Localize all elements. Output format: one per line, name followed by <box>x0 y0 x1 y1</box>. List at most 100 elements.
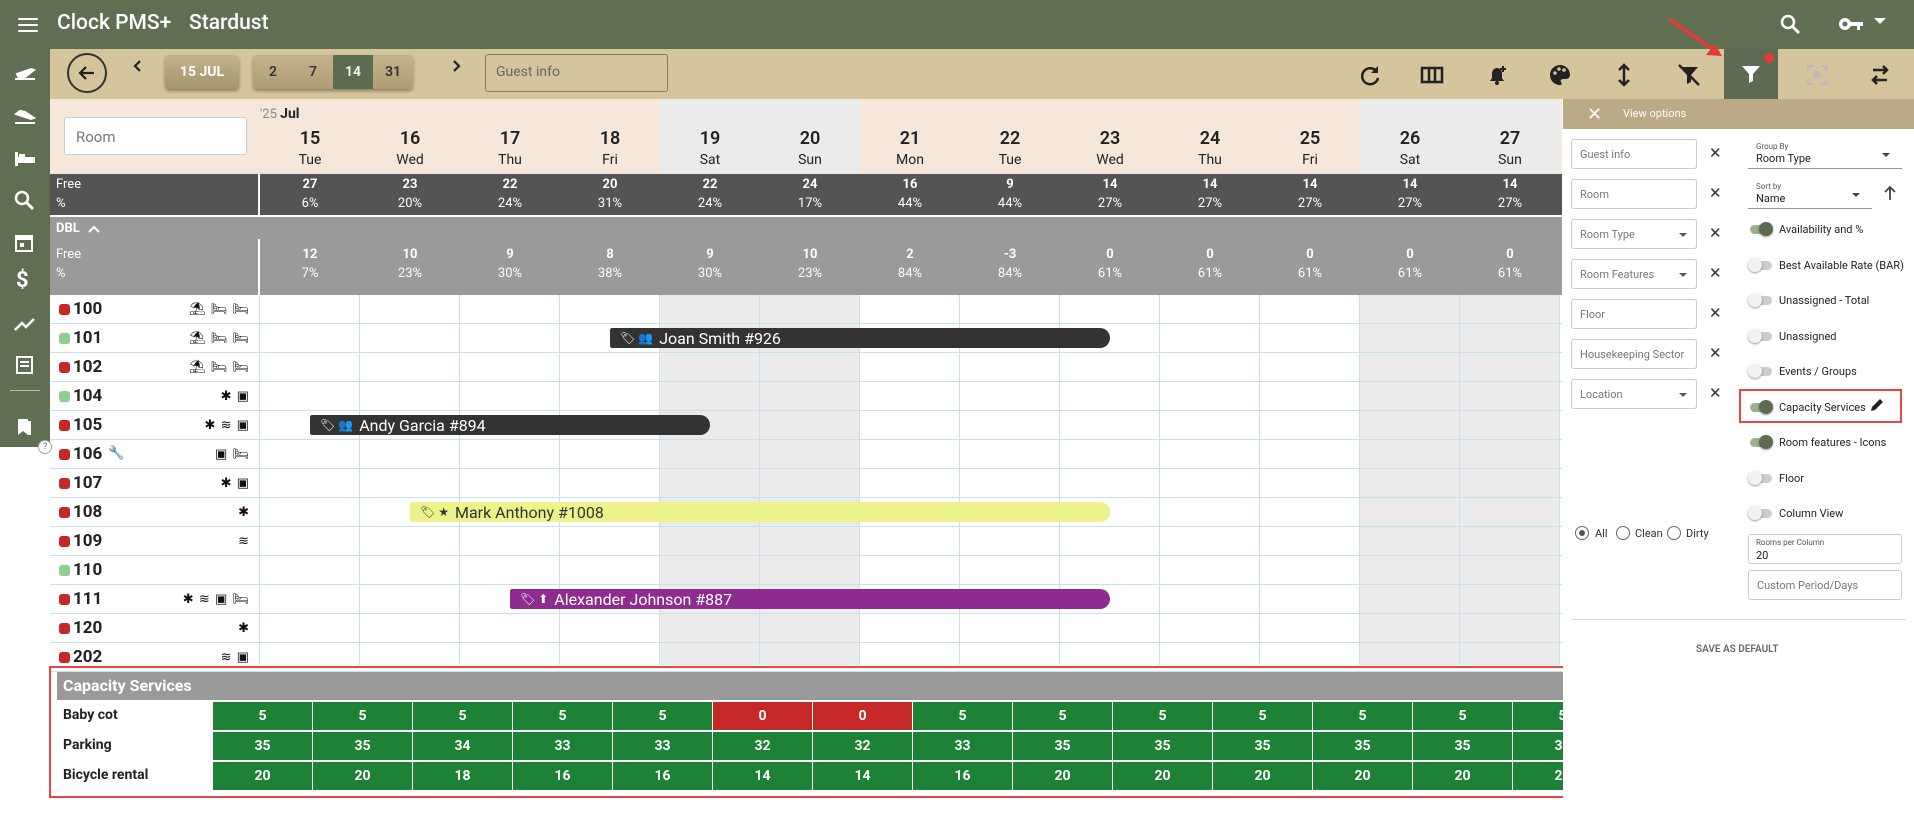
room-search-input[interactable]: Room <box>64 117 247 155</box>
palette-icon[interactable] <box>1546 61 1574 89</box>
toggle-knob <box>1759 222 1773 236</box>
room-status-dot <box>59 304 70 315</box>
day-name: Fri <box>602 152 618 168</box>
capacity-value: 20 <box>1313 762 1412 790</box>
refresh-icon[interactable] <box>1356 61 1384 89</box>
group-percent-value: 61% <box>1397 266 1423 281</box>
rooms-per-column-input[interactable]: Rooms per Column 20 <box>1748 534 1902 564</box>
filter-button-active[interactable] <box>1724 49 1778 99</box>
calendar-icon[interactable] <box>13 232 35 254</box>
clear-icon[interactable]: ✕ <box>1709 144 1722 162</box>
menu-icon[interactable] <box>16 13 40 37</box>
room-row[interactable]: 120 ✱ <box>50 614 1562 643</box>
room-row[interactable]: 102 ⛱ 🛏 🛏 <box>50 353 1562 382</box>
back-button[interactable] <box>67 53 107 93</box>
room-row[interactable]: 104 ✱ ▣ <box>50 382 1562 411</box>
hotel-name[interactable]: Stardust <box>189 11 269 35</box>
filter-input[interactable]: Room Type <box>1571 219 1697 249</box>
clear-icon[interactable]: ✕ <box>1709 184 1722 202</box>
sidebar-divider <box>10 390 40 391</box>
room-number: 109 <box>73 531 103 551</box>
search-sidebar-icon[interactable] <box>13 189 35 211</box>
clear-icon[interactable]: ✕ <box>1709 224 1722 242</box>
save-as-default-button[interactable]: SAVE AS DEFAULT <box>1696 644 1779 655</box>
clear-icon[interactable]: ✕ <box>1709 304 1722 322</box>
search-icon[interactable] <box>1779 13 1801 35</box>
capacity-services-section: Capacity Services Baby cot55555005555555… <box>49 666 1663 798</box>
room-row[interactable]: 105 ✱ ≋ ▣ <box>50 411 1562 440</box>
toggle-label: Availability and % <box>1779 223 1864 236</box>
toggle-label: Events / Groups <box>1779 365 1857 378</box>
room-type-group-header[interactable]: DBL <box>50 217 1562 239</box>
sort-direction-icon[interactable] <box>1883 185 1897 201</box>
date-picker-button[interactable]: 15 JUL <box>165 55 239 89</box>
trending-up-icon[interactable] <box>13 314 37 334</box>
collapse-chevron-icon[interactable] <box>88 225 100 233</box>
guest-info-input[interactable]: Guest info <box>485 54 668 92</box>
clear-icon[interactable]: ✕ <box>1709 264 1722 282</box>
day-name: Thu <box>1198 152 1222 168</box>
radio-dirty-label: Dirty <box>1686 527 1709 540</box>
radio-clean[interactable] <box>1616 526 1630 540</box>
filter-input[interactable]: Floor <box>1571 299 1697 329</box>
next-chevron-icon[interactable] <box>451 60 463 72</box>
booking-label: Andy Garcia #894 <box>359 415 486 435</box>
room-row[interactable]: 109 ≋ <box>50 527 1562 556</box>
room-row[interactable]: 100 ⛱ 🛏 🛏 <box>50 295 1562 324</box>
total-percent-value: 27% <box>1297 196 1323 211</box>
group-percent-value: 61% <box>1197 266 1223 281</box>
room-row[interactable]: 106 ▣ 🛏 🔧 <box>50 440 1562 469</box>
capacity-value: 35 <box>1013 732 1112 760</box>
custom-period-input[interactable]: Custom Period/Days <box>1748 570 1902 600</box>
focus-icon[interactable] <box>1803 61 1831 89</box>
filter-input[interactable]: Housekeeping Sector <box>1571 339 1697 369</box>
bed-icon[interactable] <box>13 148 37 168</box>
departures-icon[interactable] <box>13 106 37 126</box>
swap-icon[interactable] <box>1866 61 1894 89</box>
booking-bar[interactable]: 🏷 ⬆ Alexander Johnson #887 <box>510 589 1110 609</box>
filter-off-icon[interactable] <box>1675 61 1703 89</box>
vertical-resize-icon[interactable] <box>1610 61 1638 89</box>
range-option[interactable]: 2 <box>253 55 293 89</box>
close-icon[interactable]: ✕ <box>1587 104 1602 125</box>
booking-bar[interactable]: 🏷 ★ Mark Anthony #1008 <box>410 502 1110 522</box>
filter-input-label: Guest info <box>1580 148 1631 161</box>
filter-input[interactable]: Guest info <box>1571 139 1697 169</box>
capacity-value: 5 <box>213 702 312 730</box>
filter-input[interactable]: Room Features <box>1571 259 1697 289</box>
clear-icon[interactable]: ✕ <box>1709 384 1722 402</box>
range-option[interactable]: 7 <box>293 55 333 89</box>
user-menu-caret-icon[interactable] <box>1874 18 1886 24</box>
toggle-knob <box>1759 435 1773 449</box>
day-name: Tue <box>298 152 322 168</box>
booking-bar[interactable]: 🏷 👥 Andy Garcia #894 <box>310 415 710 435</box>
radio-dirty[interactable] <box>1667 526 1681 540</box>
booking-bar[interactable]: 🏷 👥 Joan Smith #926 <box>610 328 1110 348</box>
capacity-value: 33 <box>913 732 1012 760</box>
range-option[interactable]: 31 <box>373 55 413 89</box>
notification-add-icon[interactable] <box>1483 61 1511 89</box>
key-icon[interactable] <box>1838 14 1864 34</box>
dollar-icon[interactable]: $ <box>16 268 29 293</box>
range-option-active[interactable]: 14 <box>333 55 373 89</box>
group-by-select[interactable]: Group By Room Type <box>1748 139 1902 169</box>
group-free-value: 0 <box>1306 247 1314 262</box>
room-status-dot <box>59 623 70 634</box>
room-row[interactable]: 110 <box>50 556 1562 585</box>
sort-by-select[interactable]: Sort by Name <box>1748 179 1872 209</box>
day-number: 19 <box>699 128 721 149</box>
room-row[interactable]: 107 ✱ ▣ <box>50 469 1562 498</box>
columns-icon[interactable] <box>1418 61 1446 89</box>
clear-icon[interactable]: ✕ <box>1709 344 1722 362</box>
booking-type-icon: ★ <box>438 505 449 519</box>
radio-all[interactable] <box>1575 526 1589 540</box>
bookmark-icon[interactable] <box>13 416 35 438</box>
receipt-icon[interactable] <box>13 354 35 376</box>
edit-icon[interactable] <box>1869 397 1885 413</box>
arrivals-icon[interactable] <box>13 63 37 83</box>
filter-input[interactable]: Location <box>1571 379 1697 409</box>
room-status-dot <box>59 478 70 489</box>
prev-chevron-icon[interactable] <box>131 60 143 72</box>
filter-input[interactable]: Room <box>1571 179 1697 209</box>
day-number: 26 <box>1399 128 1421 149</box>
